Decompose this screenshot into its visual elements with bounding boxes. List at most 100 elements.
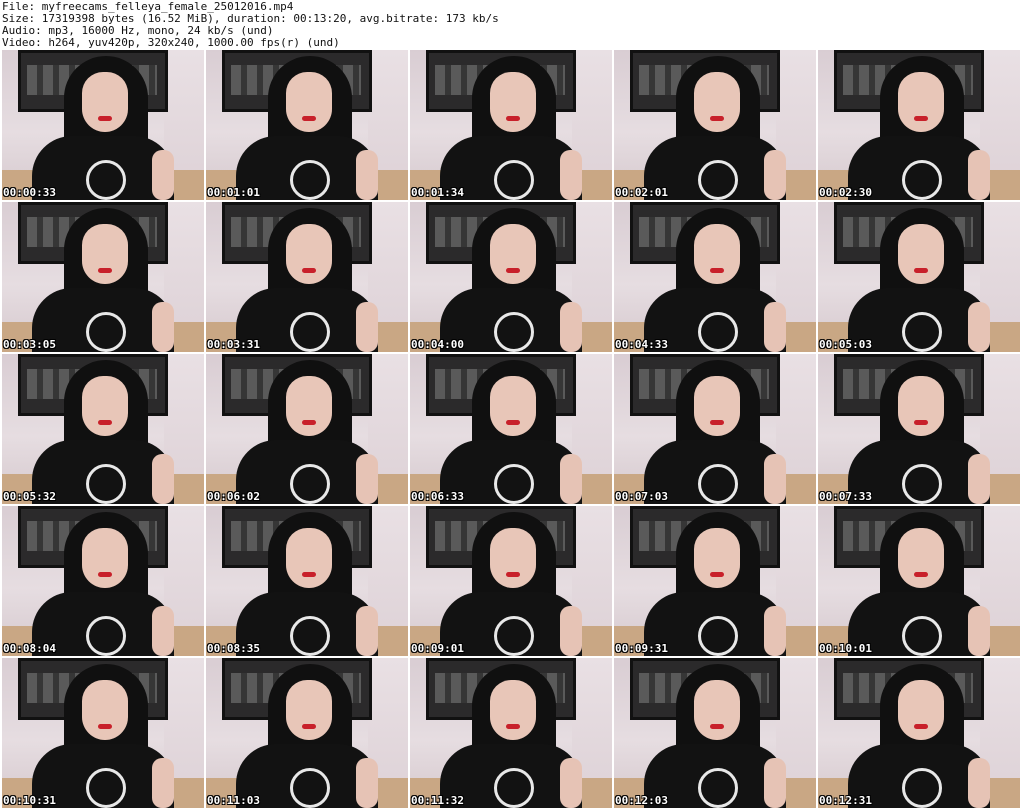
- video-thumbnail[interactable]: 00:06:02: [206, 354, 408, 504]
- person-lips: [98, 268, 112, 273]
- person-lips: [98, 420, 112, 425]
- shirt-logo: [698, 464, 738, 504]
- person-lips: [302, 420, 316, 425]
- video-thumbnail[interactable]: 00:12:03: [614, 658, 816, 808]
- video-thumbnail[interactable]: 00:05:03: [818, 202, 1020, 352]
- person-arm: [560, 606, 582, 656]
- video-thumbnail[interactable]: 00:04:33: [614, 202, 816, 352]
- thumbnail-timestamp: 00:04:00: [411, 338, 464, 351]
- thumbnail-timestamp: 00:03:05: [3, 338, 56, 351]
- person-face: [286, 376, 332, 436]
- video-thumbnail[interactable]: 00:03:05: [2, 202, 204, 352]
- thumbnail-timestamp: 00:10:01: [819, 642, 872, 655]
- person-arm: [764, 454, 786, 504]
- person-lips: [302, 724, 316, 729]
- person-face: [490, 72, 536, 132]
- person-face: [898, 680, 944, 740]
- person-arm: [152, 150, 174, 200]
- video-thumbnail[interactable]: 00:09:01: [410, 506, 612, 656]
- video-thumbnail[interactable]: 00:10:31: [2, 658, 204, 808]
- person-lips: [98, 572, 112, 577]
- shirt-logo: [86, 768, 126, 808]
- video-thumbnail[interactable]: 00:06:33: [410, 354, 612, 504]
- person-lips: [710, 116, 724, 121]
- file-info-header: File: myfreecams_felleya_female_25012016…: [0, 0, 1024, 50]
- video-thumbnail[interactable]: 00:02:01: [614, 50, 816, 200]
- shirt-logo: [494, 464, 534, 504]
- person-lips: [914, 268, 928, 273]
- person-arm: [764, 150, 786, 200]
- video-thumbnail[interactable]: 00:03:31: [206, 202, 408, 352]
- person-face: [286, 528, 332, 588]
- video-thumbnail[interactable]: 00:12:31: [818, 658, 1020, 808]
- person-arm: [968, 150, 990, 200]
- shirt-logo: [902, 160, 942, 200]
- shirt-logo: [698, 768, 738, 808]
- person-lips: [914, 420, 928, 425]
- video-thumbnail[interactable]: 00:01:01: [206, 50, 408, 200]
- thumbnail-timestamp: 00:12:31: [819, 794, 872, 807]
- video-thumbnail[interactable]: 00:00:33: [2, 50, 204, 200]
- person-arm: [152, 302, 174, 352]
- thumbnail-timestamp: 00:10:31: [3, 794, 56, 807]
- thumbnail-timestamp: 00:08:04: [3, 642, 56, 655]
- thumbnail-timestamp: 00:04:33: [615, 338, 668, 351]
- person-arm: [764, 606, 786, 656]
- person-lips: [914, 116, 928, 121]
- shirt-logo: [86, 160, 126, 200]
- video-thumbnail[interactable]: 00:08:04: [2, 506, 204, 656]
- shirt-logo: [290, 768, 330, 808]
- person-arm: [560, 150, 582, 200]
- shirt-logo: [494, 768, 534, 808]
- person-arm: [560, 454, 582, 504]
- thumbnail-timestamp: 00:03:31: [207, 338, 260, 351]
- video-thumbnail[interactable]: 00:10:01: [818, 506, 1020, 656]
- person-lips: [506, 268, 520, 273]
- shirt-logo: [698, 160, 738, 200]
- video-thumbnail[interactable]: 00:11:32: [410, 658, 612, 808]
- person-lips: [710, 268, 724, 273]
- person-lips: [914, 572, 928, 577]
- shirt-logo: [290, 312, 330, 352]
- video-thumbnail[interactable]: 00:07:33: [818, 354, 1020, 504]
- shirt-logo: [698, 312, 738, 352]
- person-arm: [356, 150, 378, 200]
- person-face: [898, 224, 944, 284]
- video-thumbnail[interactable]: 00:11:03: [206, 658, 408, 808]
- person-arm: [968, 302, 990, 352]
- thumbnail-timestamp: 00:08:35: [207, 642, 260, 655]
- video-thumbnail[interactable]: 00:07:03: [614, 354, 816, 504]
- thumbnail-timestamp: 00:01:01: [207, 186, 260, 199]
- person-arm: [152, 758, 174, 808]
- person-face: [694, 224, 740, 284]
- person-arm: [560, 758, 582, 808]
- person-arm: [560, 302, 582, 352]
- shirt-logo: [494, 616, 534, 656]
- person-face: [286, 680, 332, 740]
- person-face: [694, 376, 740, 436]
- person-lips: [914, 724, 928, 729]
- video-thumbnail[interactable]: 00:04:00: [410, 202, 612, 352]
- person-face: [82, 376, 128, 436]
- thumbnail-timestamp: 00:11:32: [411, 794, 464, 807]
- person-face: [490, 376, 536, 436]
- person-lips: [710, 572, 724, 577]
- video-thumbnail[interactable]: 00:05:32: [2, 354, 204, 504]
- thumbnail-timestamp: 00:06:02: [207, 490, 260, 503]
- person-arm: [968, 606, 990, 656]
- person-lips: [506, 724, 520, 729]
- person-arm: [356, 454, 378, 504]
- person-face: [898, 376, 944, 436]
- video-thumbnail[interactable]: 00:01:34: [410, 50, 612, 200]
- shirt-logo: [290, 464, 330, 504]
- person-lips: [506, 420, 520, 425]
- video-thumbnail[interactable]: 00:09:31: [614, 506, 816, 656]
- video-thumbnail[interactable]: 00:02:30: [818, 50, 1020, 200]
- thumbnail-timestamp: 00:09:31: [615, 642, 668, 655]
- shirt-logo: [86, 464, 126, 504]
- video-thumbnail[interactable]: 00:08:35: [206, 506, 408, 656]
- person-face: [490, 680, 536, 740]
- person-face: [286, 72, 332, 132]
- person-face: [82, 72, 128, 132]
- person-arm: [764, 302, 786, 352]
